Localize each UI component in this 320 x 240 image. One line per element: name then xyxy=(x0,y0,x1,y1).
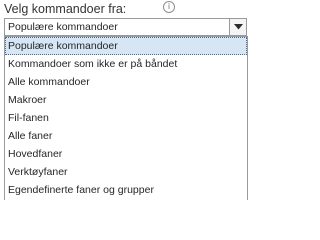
dropdown-option-file-tab[interactable]: Fil-fanen xyxy=(5,109,247,127)
dropdown-option-main-tabs[interactable]: Hovedfaner xyxy=(5,145,247,163)
dropdown-option-all-tabs[interactable]: Alle faner xyxy=(5,127,247,145)
dropdown-option-custom-tabs-and-groups[interactable]: Egendefinerte faner og grupper xyxy=(5,181,247,199)
dropdown-option-popular-commands[interactable]: Populære kommandoer xyxy=(5,37,247,55)
choose-commands-label: Velg kommandoer fra: xyxy=(4,2,127,16)
dropdown-option-all-commands[interactable]: Alle kommandoer xyxy=(5,73,247,91)
commands-source-combobox[interactable]: Populære kommandoer xyxy=(4,18,247,36)
combobox-dropdown-button[interactable] xyxy=(229,19,246,35)
commands-source-dropdown-list: Populære kommandoer Kommandoer som ikke … xyxy=(4,36,248,200)
choose-commands-label-row: Velg kommandoer fra: xyxy=(4,1,126,17)
combobox-value: Populære kommandoer xyxy=(8,21,118,33)
dropdown-option-macros[interactable]: Makroer xyxy=(5,91,247,109)
dropdown-option-tool-tabs[interactable]: Verktøyfaner xyxy=(5,163,247,181)
dropdown-option-commands-not-in-ribbon[interactable]: Kommandoer som ikke er på båndet xyxy=(5,55,247,73)
info-icon[interactable]: i xyxy=(163,1,175,13)
chevron-down-icon xyxy=(233,24,243,30)
